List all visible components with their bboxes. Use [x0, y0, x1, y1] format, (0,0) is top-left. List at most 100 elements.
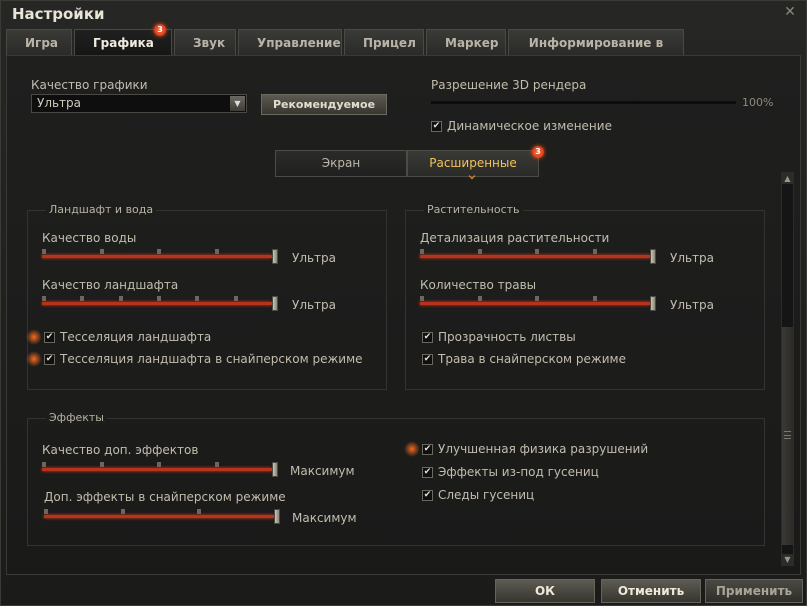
slider-tick	[42, 249, 46, 254]
scrollbar[interactable]: ▲ ▼	[781, 172, 794, 566]
slider-thumb[interactable]	[272, 462, 278, 477]
tab-label: Игра	[25, 36, 58, 50]
group-title: Эффекты	[46, 411, 107, 424]
scroll-down-icon[interactable]: ▼	[782, 554, 793, 565]
slider-thumb[interactable]	[272, 249, 278, 264]
tab-battle-info[interactable]: Информирование в бою	[508, 29, 684, 76]
group-title: Растительность	[424, 203, 523, 216]
slider-fill	[42, 255, 272, 258]
recommended-button[interactable]: Рекомендуемое	[261, 94, 387, 115]
tab-label: Управление	[257, 36, 341, 50]
slider-tick	[121, 509, 125, 514]
tracks-checkbox[interactable]: ✔	[422, 490, 433, 501]
slider-tick	[215, 249, 219, 254]
slider-tick	[100, 249, 104, 254]
slider-tick	[100, 462, 104, 467]
terrain-quality-slider[interactable]	[42, 296, 278, 312]
terrain-quality-label: Качество ландшафта	[42, 278, 179, 292]
ok-button[interactable]: ОК	[495, 579, 595, 603]
vegetation-detail-slider[interactable]	[420, 249, 656, 265]
scrollbar-thumb[interactable]	[782, 327, 793, 545]
tab-badge: 3	[154, 24, 166, 36]
slider-tick	[44, 509, 48, 514]
tab-controls[interactable]: Управление	[238, 29, 342, 55]
vegetation-detail-value: Ультра	[670, 251, 715, 265]
slider-fill	[420, 302, 650, 305]
apply-button[interactable]: Применить	[705, 579, 803, 603]
extra-effects-sniper-label: Доп. эффекты в снайперском режиме	[44, 490, 286, 504]
extra-effects-sniper-slider[interactable]	[44, 509, 280, 525]
landscape-group: Ландшафт и вода Качество воды Ультра Кач…	[26, 203, 387, 390]
quality-select[interactable]: Ультра ▼	[31, 94, 247, 113]
render-resolution-value: 100%	[742, 96, 774, 109]
slider-tick	[42, 462, 46, 467]
tab-sight[interactable]: Прицел	[344, 29, 424, 55]
grass-sniper-checkbox[interactable]: ✔	[422, 354, 433, 365]
grass-amount-value: Ультра	[670, 298, 715, 312]
slider-tick	[157, 462, 161, 467]
close-icon[interactable]: ✕	[782, 4, 798, 20]
extra-effects-sniper-value: Максимум	[292, 511, 357, 525]
grass-amount-slider[interactable]	[420, 296, 656, 312]
group-title: Ландшафт и вода	[46, 203, 157, 216]
effects-group: Эффекты Качество доп. эффектов Максимум …	[27, 411, 765, 546]
tab-label: Маркер	[445, 36, 499, 50]
slider-tick	[80, 296, 84, 301]
scroll-up-icon[interactable]: ▲	[782, 173, 793, 184]
slider-tick	[420, 249, 424, 254]
terrain-quality-value: Ультра	[292, 298, 337, 312]
slider-fill	[42, 468, 272, 471]
tab-graphics[interactable]: Графика 3	[74, 24, 172, 55]
slider-tick	[42, 296, 46, 301]
tessellation-checkbox[interactable]: ✔	[44, 332, 55, 343]
extra-effects-label: Качество доп. эффектов	[42, 443, 199, 457]
window-title: Настройки	[12, 5, 105, 23]
slider-thumb[interactable]	[650, 296, 656, 311]
tessellation-sniper-checkbox[interactable]: ✔	[44, 354, 55, 365]
render-resolution-slider[interactable]	[431, 101, 736, 104]
grass-sniper-label: Трава в снайперском режиме	[438, 352, 626, 366]
subtab-advanced[interactable]: Расширенные 3	[407, 146, 544, 180]
slider-tick	[478, 249, 482, 254]
tab-game[interactable]: Игра	[6, 29, 72, 55]
extra-effects-slider[interactable]	[42, 462, 278, 478]
tracks-fx-label: Эффекты из-под гусениц	[438, 465, 599, 479]
slider-fill	[42, 302, 272, 305]
chevron-down-icon: ▼	[230, 96, 245, 111]
slider-thumb[interactable]	[650, 249, 656, 264]
tessellation-sniper-label: Тесселяция ландшафта в снайперском режим…	[60, 352, 363, 366]
new-indicator-icon	[26, 351, 42, 367]
cancel-button[interactable]: Отменить	[601, 579, 701, 603]
foliage-transparency-checkbox[interactable]: ✔	[422, 332, 433, 343]
grip-icon	[784, 431, 791, 439]
subtab-badge: 3	[532, 146, 544, 158]
tab-label: Графика	[93, 36, 154, 50]
slider-fill	[420, 255, 650, 258]
vegetation-detail-label: Детализация растительности	[420, 231, 610, 245]
slider-tick	[420, 296, 424, 301]
tessellation-label: Тесселяция ландшафта	[60, 330, 212, 344]
dynamic-label: Динамическое изменение	[447, 119, 612, 133]
slider-tick	[593, 296, 597, 301]
dynamic-checkbox[interactable]: ✔	[431, 121, 442, 132]
tab-marker[interactable]: Маркер	[426, 29, 506, 55]
tab-sound[interactable]: Звук	[174, 29, 236, 55]
settings-window: Настройки ✕ Игра Графика 3 Звук Управлен…	[0, 0, 807, 606]
quality-value: Ультра	[37, 96, 82, 110]
vegetation-group: Растительность Детализация растительност…	[405, 203, 765, 390]
water-quality-label: Качество воды	[42, 231, 137, 245]
slider-tick	[119, 296, 123, 301]
slider-tick	[535, 296, 539, 301]
tracks-fx-checkbox[interactable]: ✔	[422, 467, 433, 478]
graphics-panel: Качество графики Ультра ▼ Рекомендуемое …	[6, 55, 801, 575]
water-quality-slider[interactable]	[42, 249, 278, 265]
water-quality-value: Ультра	[292, 251, 337, 265]
slider-tick	[234, 296, 238, 301]
quality-label: Качество графики	[31, 78, 148, 92]
physics-label: Улучшенная физика разрушений	[438, 442, 649, 456]
subtab-screen[interactable]: Экран	[275, 150, 407, 177]
slider-tick	[195, 296, 199, 301]
physics-checkbox[interactable]: ✔	[422, 444, 433, 455]
slider-thumb[interactable]	[272, 296, 278, 311]
slider-thumb[interactable]	[274, 509, 280, 524]
